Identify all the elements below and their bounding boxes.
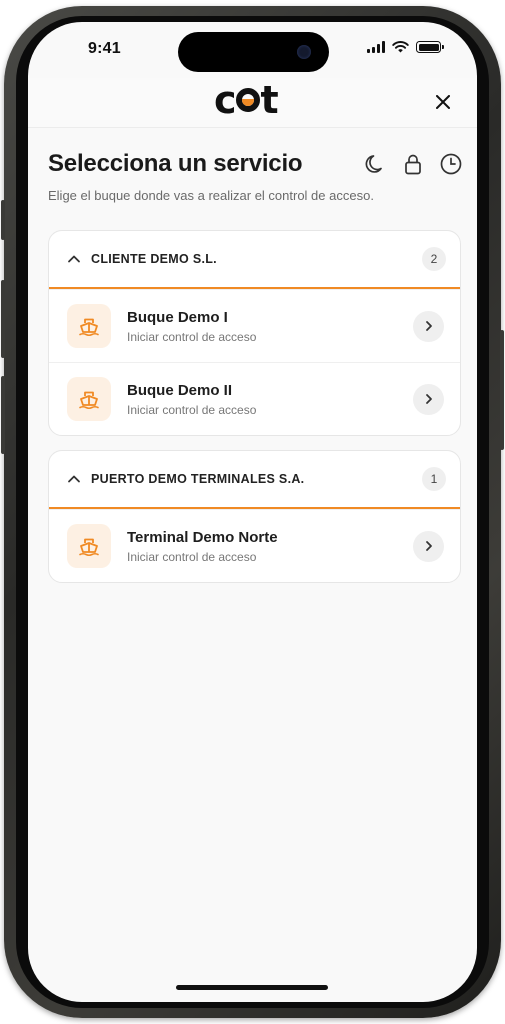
ship-icon <box>67 377 111 421</box>
item-title: Buque Demo II <box>127 381 233 399</box>
header-actions <box>363 152 463 176</box>
volume-up-button <box>1 280 5 358</box>
page-title: Selecciona un servicio <box>48 150 303 177</box>
group-count-badge: 2 <box>422 247 446 271</box>
status-icons <box>367 41 444 53</box>
item-subtitle: Iniciar control de acceso <box>127 329 257 344</box>
group-header[interactable]: CLIENTE DEMO S.L. 2 <box>49 231 460 289</box>
chevron-right-icon[interactable] <box>413 310 444 342</box>
ship-icon <box>67 524 111 568</box>
item-title: Terminal Demo Norte <box>127 528 278 546</box>
page-subtitle: Elige el buque donde vas a realizar el c… <box>48 188 374 203</box>
close-button[interactable] <box>431 90 455 114</box>
item-title: Buque Demo I <box>127 308 228 326</box>
signal-icon <box>367 41 385 53</box>
group-cliente-demo: CLIENTE DEMO S.L. 2 Buque Demo I Iniciar… <box>48 230 461 436</box>
app-header: ct <box>28 78 477 128</box>
chevron-up-icon <box>68 255 80 263</box>
side-button <box>1 200 5 240</box>
battery-icon <box>416 41 444 53</box>
volume-down-button <box>1 376 5 454</box>
list-item[interactable]: Buque Demo II Iniciar control de acceso <box>49 362 460 435</box>
close-icon <box>436 95 450 109</box>
clock-icon[interactable] <box>439 152 463 176</box>
app-logo: ct <box>214 78 279 122</box>
power-button <box>500 330 504 450</box>
chevron-right-icon[interactable] <box>413 383 444 415</box>
logo-dot-icon <box>235 88 260 112</box>
item-subtitle: Iniciar control de acceso <box>127 402 257 417</box>
status-bar: 9:41 <box>28 22 477 78</box>
group-name: PUERTO DEMO TERMINALES S.A. <box>91 472 305 486</box>
list-item[interactable]: Buque Demo I Iniciar control de acceso <box>49 289 460 362</box>
group-header[interactable]: PUERTO DEMO TERMINALES S.A. 1 <box>49 451 460 509</box>
camera-icon <box>297 45 311 59</box>
chevron-right-icon[interactable] <box>413 530 444 562</box>
moon-icon[interactable] <box>363 152 387 176</box>
home-indicator[interactable] <box>176 985 328 990</box>
ship-icon <box>67 304 111 348</box>
status-time: 9:41 <box>88 40 121 57</box>
dynamic-island <box>178 32 329 72</box>
screen: 9:41 ct Selecciona un servicio Elige el … <box>28 22 477 1002</box>
group-puerto-demo: PUERTO DEMO TERMINALES S.A. 1 Terminal D… <box>48 450 461 583</box>
wifi-icon <box>392 41 409 53</box>
list-item[interactable]: Terminal Demo Norte Iniciar control de a… <box>49 509 460 582</box>
group-count-badge: 1 <box>422 467 446 491</box>
group-name: CLIENTE DEMO S.L. <box>91 252 217 266</box>
item-subtitle: Iniciar control de acceso <box>127 549 257 564</box>
chevron-up-icon <box>68 475 80 483</box>
lock-icon[interactable] <box>401 152 425 176</box>
